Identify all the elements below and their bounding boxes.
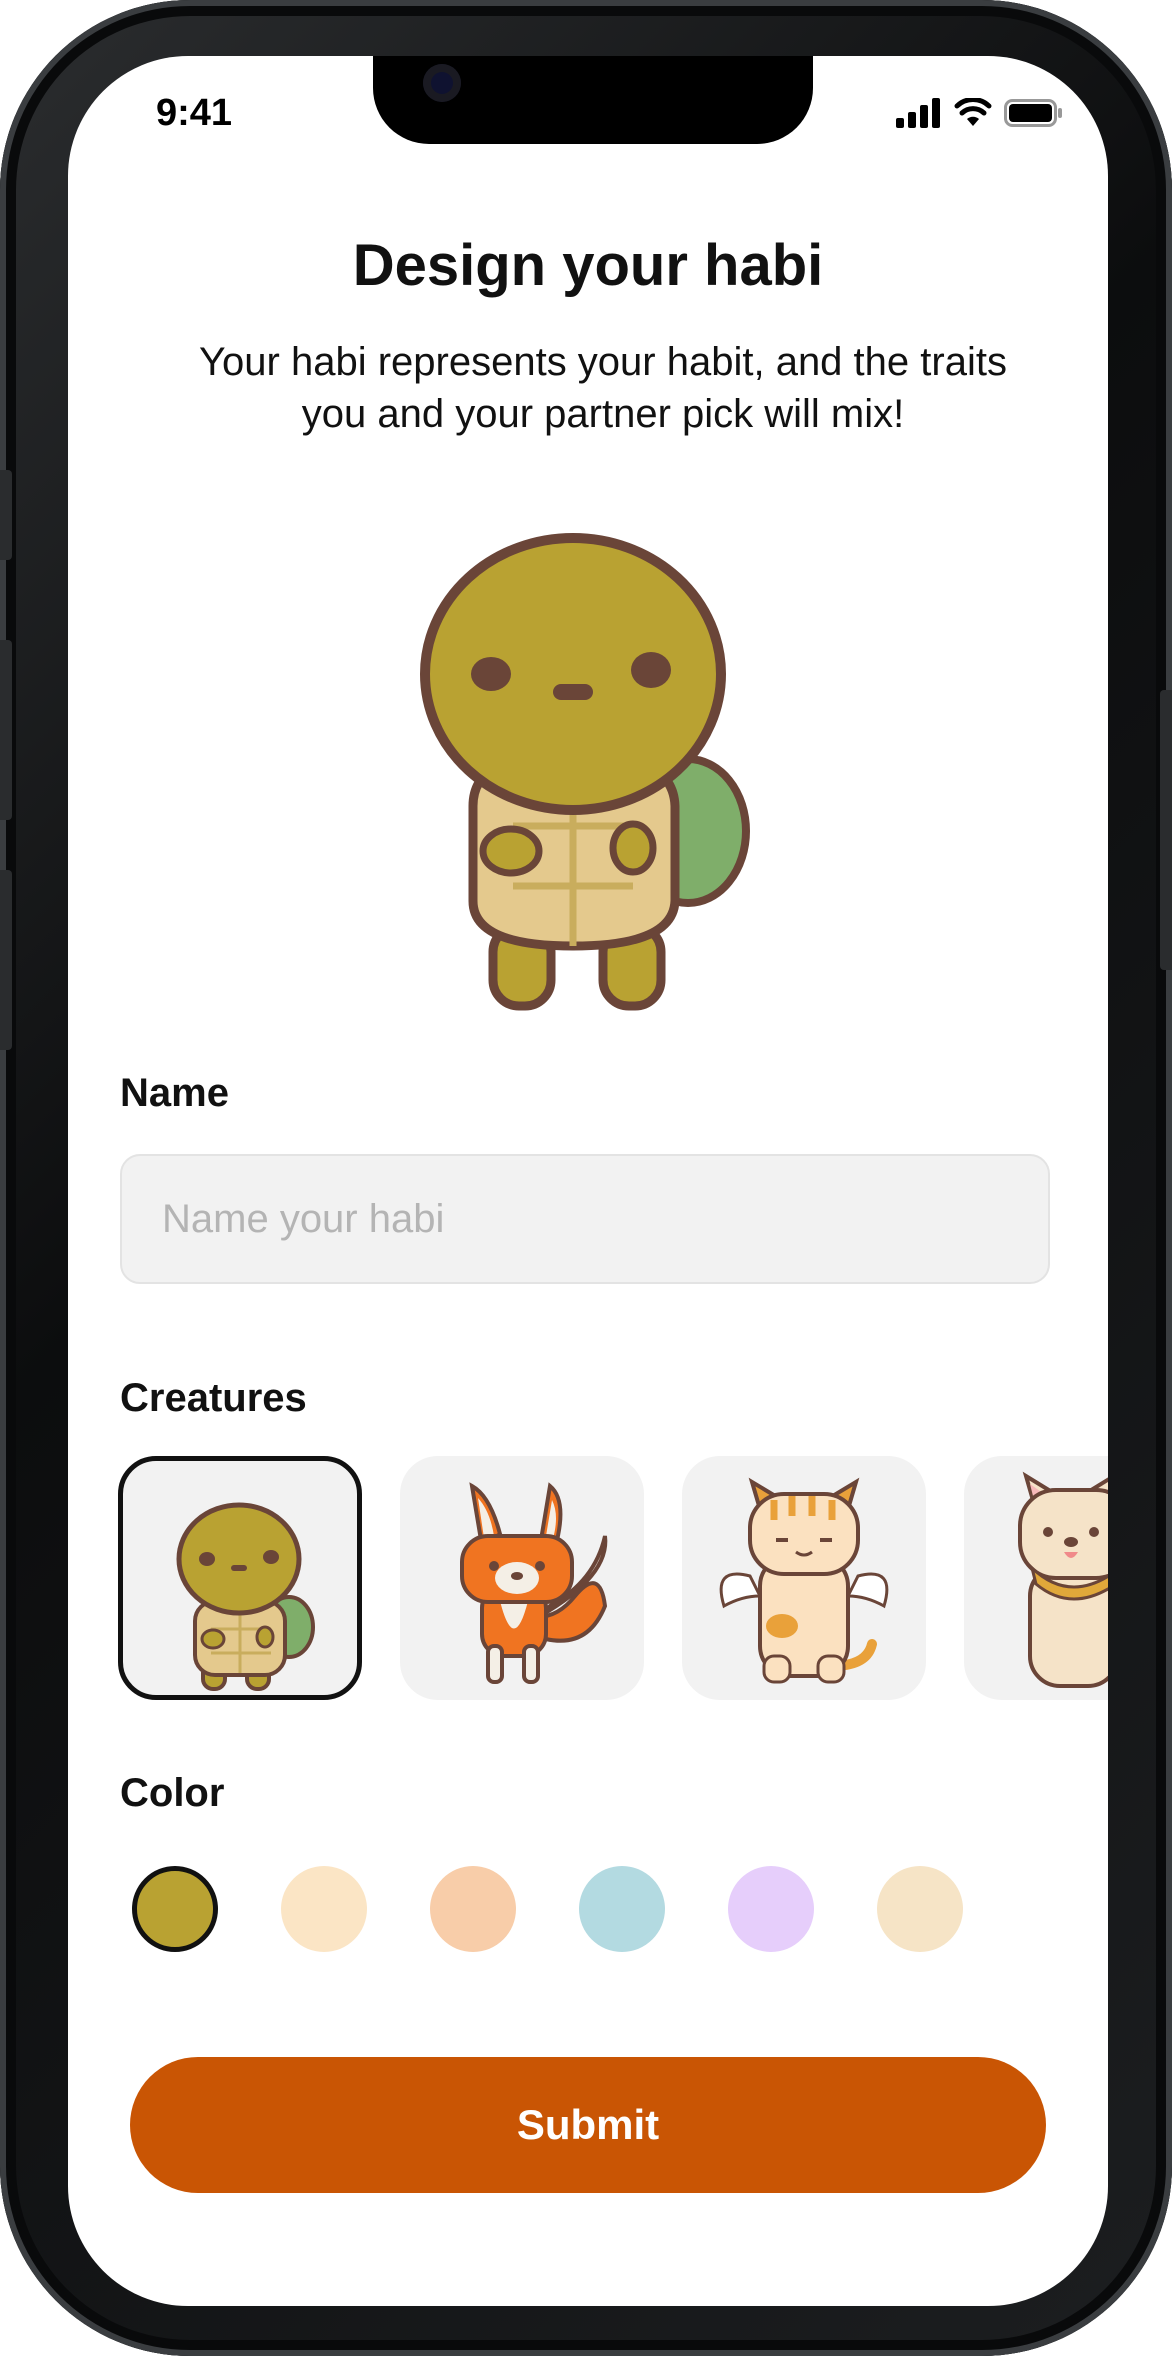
name-input[interactable] xyxy=(120,1154,1050,1284)
color-swatch-5[interactable] xyxy=(728,1866,814,1952)
status-time: 9:41 xyxy=(156,92,233,134)
volume-down-button xyxy=(0,870,12,1050)
color-swatch-3[interactable] xyxy=(430,1866,516,1952)
creatures-label: Creatures xyxy=(120,1376,307,1420)
fox-icon xyxy=(460,1482,608,1684)
page-subtitle: Your habi represents your habit, and the… xyxy=(199,340,1007,436)
creature-option-fox[interactable] xyxy=(400,1456,644,1700)
dog-icon xyxy=(1018,1471,1108,1688)
turtle-icon xyxy=(176,1502,315,1691)
submit-button[interactable]: Submit xyxy=(130,2057,1046,2193)
creature-option-cat[interactable] xyxy=(682,1456,926,1700)
notch xyxy=(373,56,813,144)
power-button xyxy=(1160,690,1172,970)
volume-up-button xyxy=(0,640,12,820)
cellular-signal-icon xyxy=(896,98,940,128)
color-swatch-1[interactable] xyxy=(132,1866,218,1952)
color-label: Color xyxy=(120,1771,225,1815)
habi-preview-turtle-icon xyxy=(420,533,750,1011)
camera-icon xyxy=(423,64,461,102)
status-icons xyxy=(896,98,1064,128)
color-swatch-6[interactable] xyxy=(877,1866,963,1952)
creature-option-turtle[interactable] xyxy=(118,1456,362,1700)
wifi-icon xyxy=(954,98,992,126)
name-label: Name xyxy=(120,1071,229,1115)
color-swatch-2[interactable] xyxy=(281,1866,367,1952)
cat-icon xyxy=(719,1477,889,1684)
screen: 9:41 Design your habi Your habi represen… xyxy=(68,56,1108,2306)
battery-icon xyxy=(1004,99,1062,127)
page-title: Design your habi xyxy=(352,233,824,298)
color-swatch-4[interactable] xyxy=(579,1866,665,1952)
mute-switch xyxy=(0,470,12,560)
phone-frame: 9:41 Design your habi Your habi represen… xyxy=(0,0,1172,2356)
creature-option-dog[interactable] xyxy=(964,1456,1108,1700)
